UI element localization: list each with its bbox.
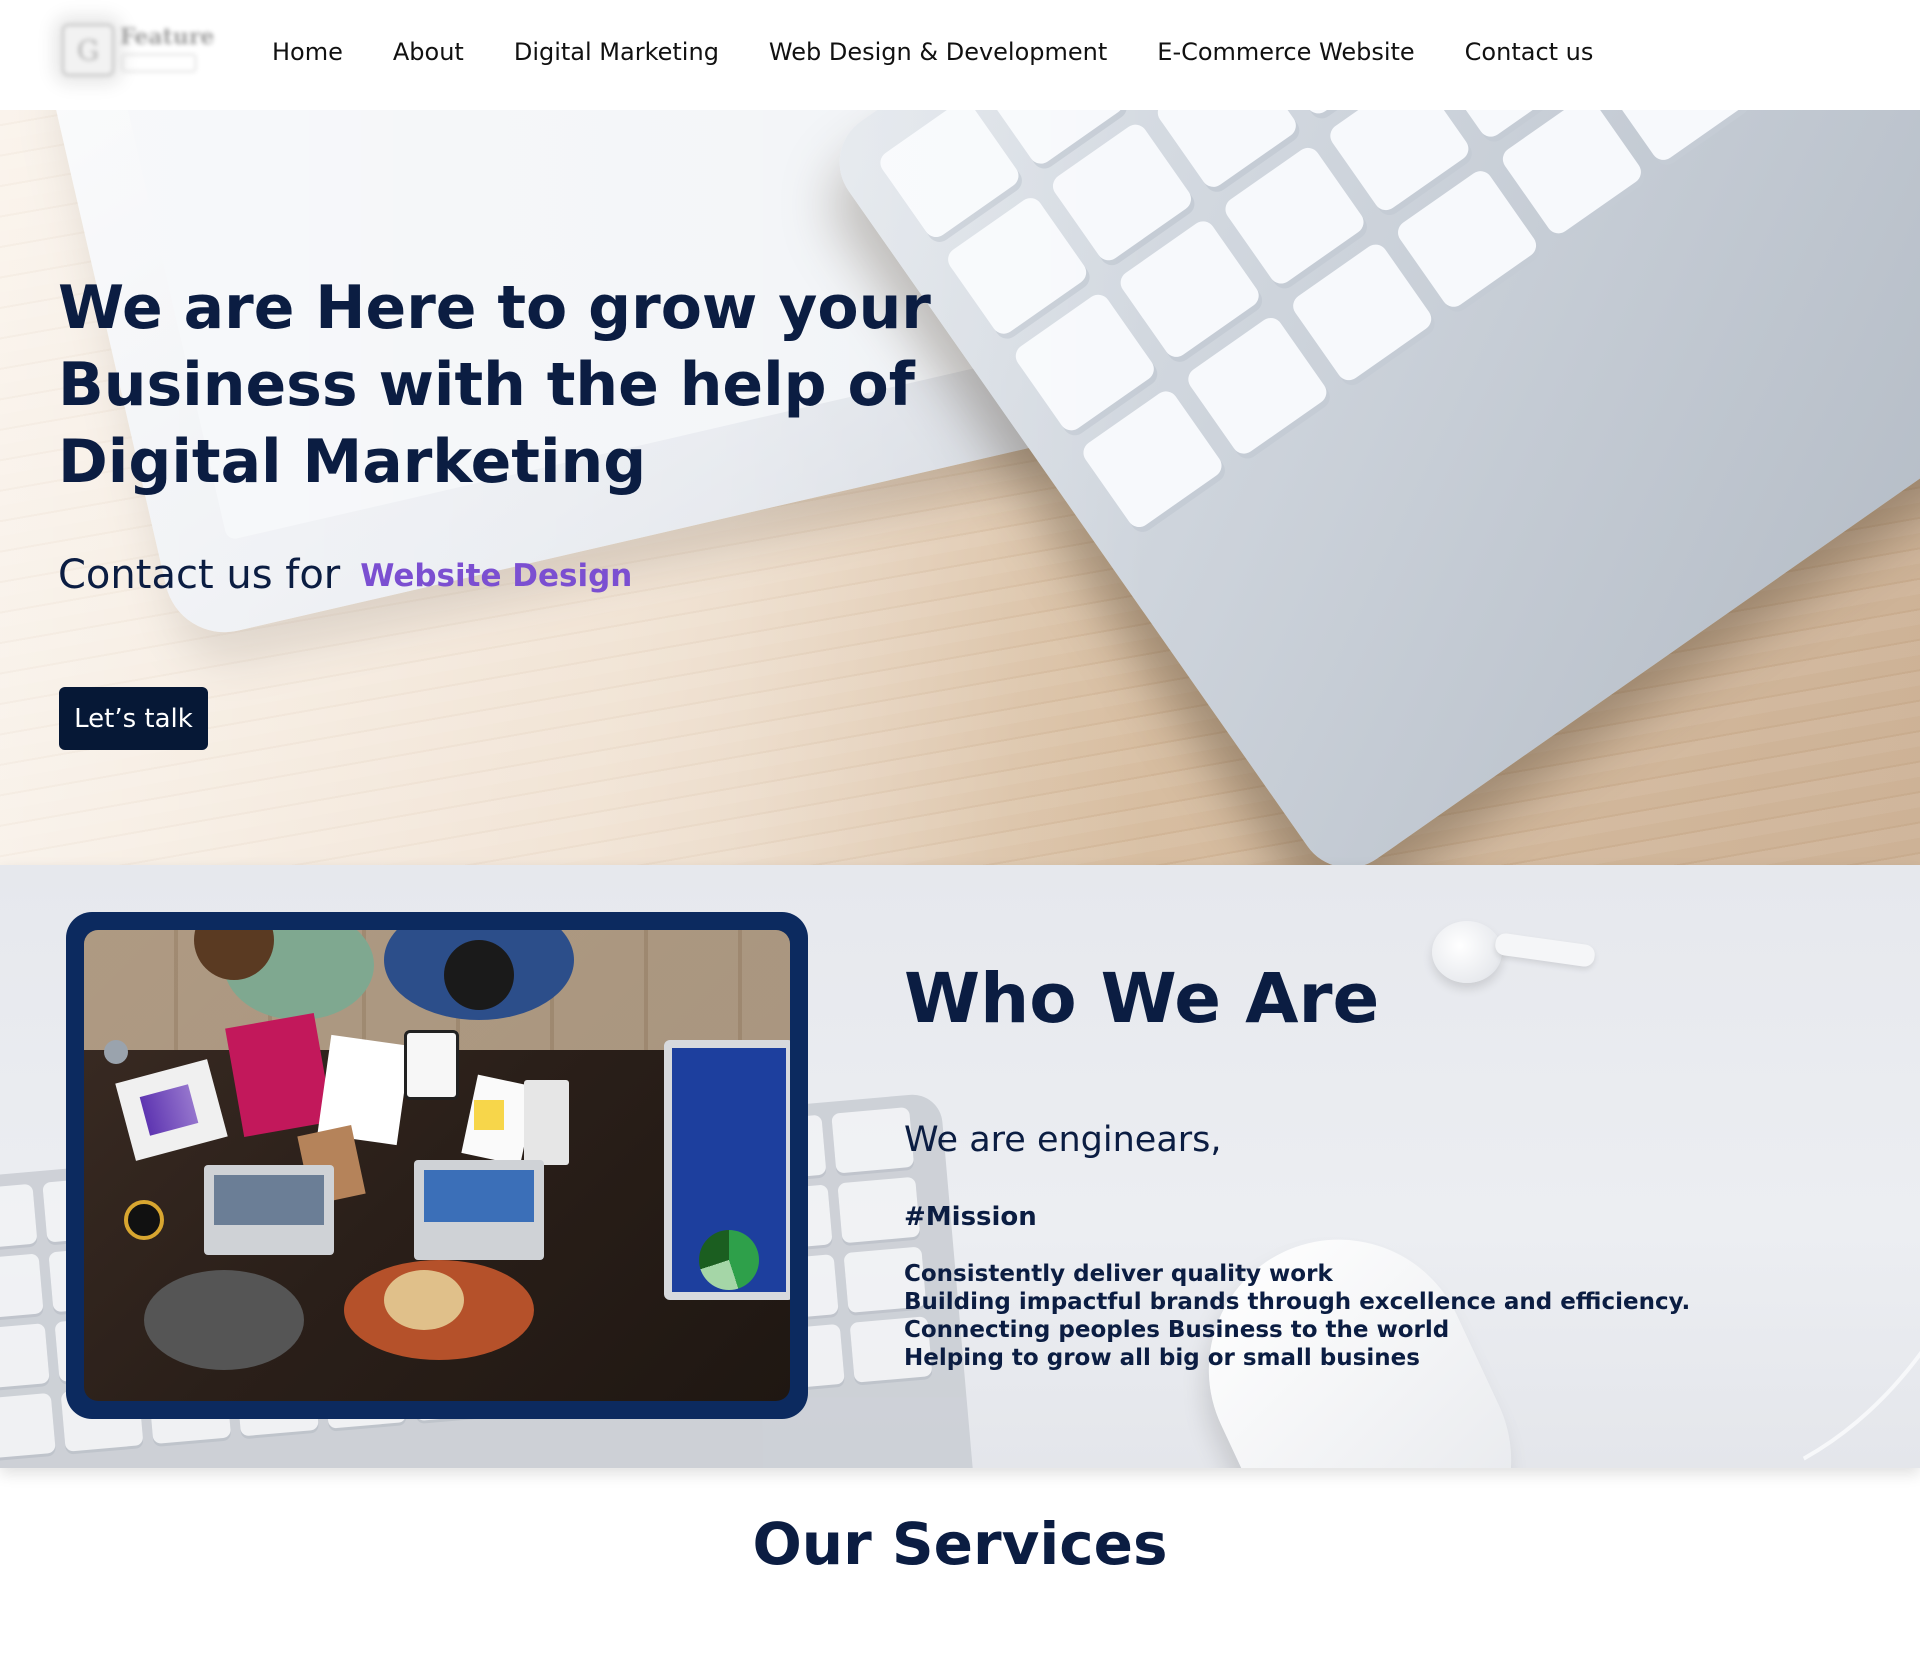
mission-item: Helping to grow all big or small busines (904, 1345, 1420, 1371)
who-we-are-subtitle: We are enginears, (904, 1120, 1222, 1160)
logo-text: Feature (120, 24, 215, 50)
logo[interactable]: G Feature (56, 10, 216, 90)
team-photo-frame (66, 912, 808, 1419)
hero-contact-line: Contact us for Website Design (58, 552, 632, 598)
nav-ecommerce-website[interactable]: E-Commerce Website (1157, 38, 1414, 66)
mission-item: Consistently deliver quality work (904, 1261, 1333, 1287)
navbar: G Feature Home About Digital Marketing W… (0, 0, 1920, 110)
mission-heading: #Mission (904, 1202, 1037, 1232)
team-photo (84, 930, 790, 1401)
mission-list: Consistently deliver quality work Buildi… (904, 1260, 1690, 1372)
hero-title: We are Here to grow your Business with t… (58, 273, 931, 497)
nav-contact-us[interactable]: Contact us (1465, 38, 1594, 66)
main-nav: Home About Digital Marketing Web Design … (272, 38, 1643, 66)
mission-item: Connecting peoples Business to the world (904, 1317, 1450, 1343)
nav-about[interactable]: About (393, 38, 464, 66)
about-earbud-image (1432, 921, 1502, 983)
nav-digital-marketing[interactable]: Digital Marketing (514, 38, 719, 66)
nav-home[interactable]: Home (272, 38, 343, 66)
hero-section: We are Here to grow your Business with t… (0, 110, 1920, 865)
our-services-title: Our Services (752, 1510, 1168, 1578)
mission-item: Building impactful brands through excell… (904, 1289, 1691, 1315)
who-we-are-title: Who We Are (904, 959, 1380, 1039)
nav-web-design-development[interactable]: Web Design & Development (769, 38, 1107, 66)
who-we-are-section: Who We Are We are enginears, #Mission Co… (0, 865, 1920, 1468)
logo-subtext-box (122, 54, 196, 72)
logo-icon: G (62, 24, 114, 76)
lets-talk-button[interactable]: Let’s talk (59, 687, 208, 750)
hero-contact-highlight: Website Design (360, 558, 633, 594)
hero-contact-prefix: Contact us for (58, 552, 341, 598)
